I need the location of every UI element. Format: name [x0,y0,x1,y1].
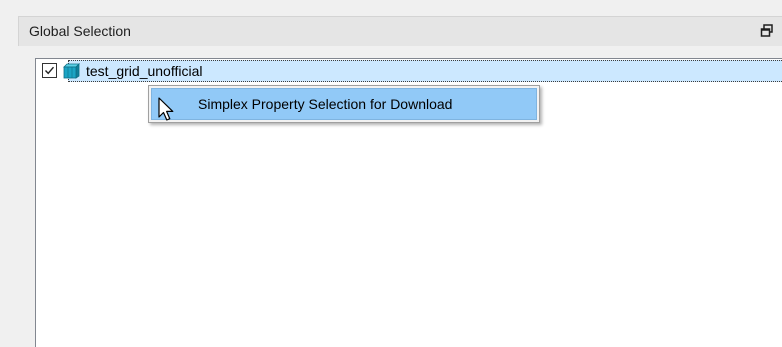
menu-item-label: Simplex Property Selection for Download [198,96,453,112]
node-label: test_grid_unofficial [86,63,203,79]
panel-header: Global Selection × [18,16,782,46]
restore-window-icon[interactable] [760,24,774,38]
node-checkbox[interactable] [42,63,57,78]
tree-node[interactable]: test_grid_unofficial [38,60,782,82]
panel-title: Global Selection [29,23,131,39]
global-selection-window: Global Selection × [0,0,782,347]
mouse-pointer-icon [158,97,178,125]
menu-item-simplex-property-selection[interactable]: Simplex Property Selection for Download [151,88,537,120]
context-menu: Simplex Property Selection for Download [148,85,540,123]
grid-cube-icon [63,63,81,79]
